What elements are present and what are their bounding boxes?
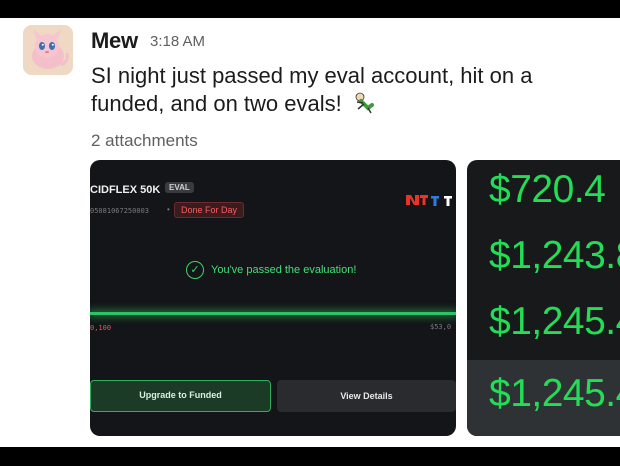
account-id: 05081067250003 (90, 207, 150, 215)
pnl-value: $1,243.8 (489, 234, 620, 277)
user-avatar[interactable] (23, 25, 73, 75)
pnl-value: $1,245.4 (489, 300, 620, 343)
message-body: SI night just passed my eval account, hi… (91, 63, 533, 116)
pnl-value: $720.4 (489, 168, 606, 211)
bottom-black-bar (0, 447, 620, 466)
message-text: SI night just passed my eval account, hi… (91, 62, 591, 118)
value-row-highlighted: $1,245.4 (467, 360, 620, 436)
check-circle-icon: ✓ (186, 261, 204, 279)
separator-dot-icon: • (167, 205, 170, 214)
right-amount: $53,0 (430, 323, 452, 331)
progress-line (90, 312, 456, 315)
pnl-value: $1,245.4 (489, 372, 620, 415)
account-title: CIDFLEX 50K (90, 184, 161, 196)
passed-message: You've passed the evaluation! (211, 264, 357, 276)
attachments-count[interactable]: 2 attachments (91, 131, 198, 151)
status-badge: Done For Day (174, 202, 245, 218)
upgrade-to-funded-button[interactable]: Upgrade to Funded (90, 380, 271, 412)
author-name[interactable]: Mew (91, 28, 138, 54)
platform-logo-icon (406, 195, 452, 206)
message-timestamp[interactable]: 3:18 AM (150, 33, 205, 50)
value-row: $1,245.4 (467, 292, 620, 350)
view-details-button[interactable]: View Details (277, 380, 456, 412)
mew-avatar-icon (23, 25, 73, 75)
eval-badge: EVAL (165, 182, 194, 193)
attachment-image-1[interactable]: CIDFLEX 50K EVAL 05081067250003 • Done F… (90, 160, 456, 436)
attachment-image-2[interactable]: $720.4 $1,243.8 $1,245.4 $1,245.4 (467, 160, 620, 436)
value-row: $720.4 (467, 160, 620, 218)
dancing-person-emoji-icon (352, 91, 376, 115)
top-black-bar (0, 0, 620, 18)
value-row: $1,243.8 (467, 226, 620, 284)
left-amount: 0,100 (90, 324, 112, 332)
